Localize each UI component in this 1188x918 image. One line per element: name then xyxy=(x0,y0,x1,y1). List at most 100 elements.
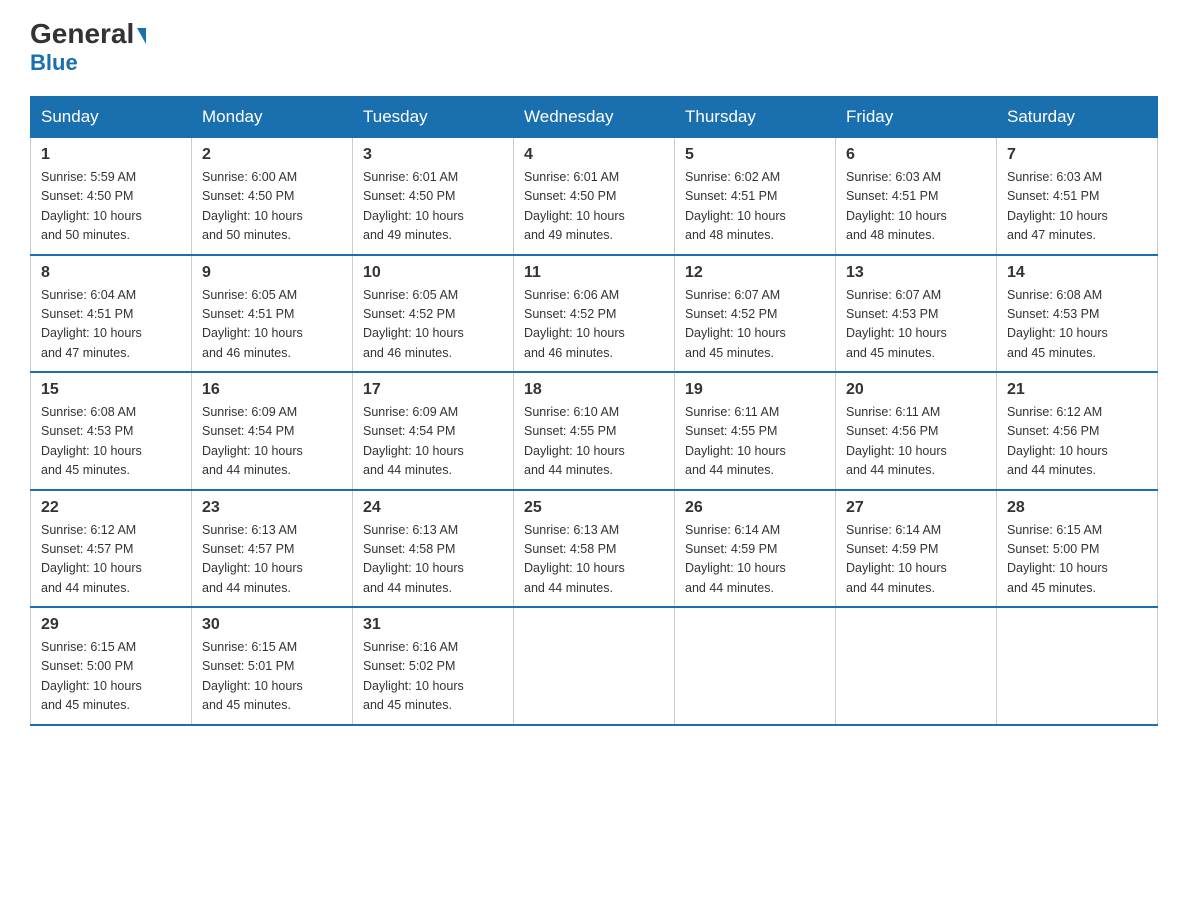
calendar-cell: 3 Sunrise: 6:01 AM Sunset: 4:50 PM Dayli… xyxy=(353,138,514,255)
calendar-cell: 25 Sunrise: 6:13 AM Sunset: 4:58 PM Dayl… xyxy=(514,490,675,608)
day-info: Sunrise: 6:14 AM Sunset: 4:59 PM Dayligh… xyxy=(685,521,825,599)
weekday-header-monday: Monday xyxy=(192,97,353,138)
day-number: 23 xyxy=(202,499,342,517)
day-number: 2 xyxy=(202,146,342,164)
day-info: Sunrise: 6:03 AM Sunset: 4:51 PM Dayligh… xyxy=(1007,168,1147,246)
logo-text: General xyxy=(30,20,146,48)
day-number: 20 xyxy=(846,381,986,399)
calendar-cell: 31 Sunrise: 6:16 AM Sunset: 5:02 PM Dayl… xyxy=(353,607,514,725)
day-info: Sunrise: 6:01 AM Sunset: 4:50 PM Dayligh… xyxy=(524,168,664,246)
day-number: 17 xyxy=(363,381,503,399)
page-header: General Blue xyxy=(30,20,1158,76)
calendar-cell xyxy=(997,607,1158,725)
calendar-cell: 8 Sunrise: 6:04 AM Sunset: 4:51 PM Dayli… xyxy=(31,255,192,373)
day-number: 7 xyxy=(1007,146,1147,164)
calendar-week-row: 1 Sunrise: 5:59 AM Sunset: 4:50 PM Dayli… xyxy=(31,138,1158,255)
day-info: Sunrise: 6:11 AM Sunset: 4:56 PM Dayligh… xyxy=(846,403,986,481)
day-number: 1 xyxy=(41,146,181,164)
calendar-cell: 20 Sunrise: 6:11 AM Sunset: 4:56 PM Dayl… xyxy=(836,372,997,490)
weekday-header-wednesday: Wednesday xyxy=(514,97,675,138)
day-number: 13 xyxy=(846,264,986,282)
day-number: 30 xyxy=(202,616,342,634)
day-info: Sunrise: 6:12 AM Sunset: 4:56 PM Dayligh… xyxy=(1007,403,1147,481)
calendar-week-row: 29 Sunrise: 6:15 AM Sunset: 5:00 PM Dayl… xyxy=(31,607,1158,725)
day-info: Sunrise: 6:07 AM Sunset: 4:53 PM Dayligh… xyxy=(846,286,986,364)
calendar-cell: 13 Sunrise: 6:07 AM Sunset: 4:53 PM Dayl… xyxy=(836,255,997,373)
day-info: Sunrise: 6:11 AM Sunset: 4:55 PM Dayligh… xyxy=(685,403,825,481)
calendar-cell: 29 Sunrise: 6:15 AM Sunset: 5:00 PM Dayl… xyxy=(31,607,192,725)
day-info: Sunrise: 6:10 AM Sunset: 4:55 PM Dayligh… xyxy=(524,403,664,481)
day-info: Sunrise: 6:00 AM Sunset: 4:50 PM Dayligh… xyxy=(202,168,342,246)
day-number: 6 xyxy=(846,146,986,164)
day-number: 22 xyxy=(41,499,181,517)
calendar-cell: 17 Sunrise: 6:09 AM Sunset: 4:54 PM Dayl… xyxy=(353,372,514,490)
calendar-cell: 2 Sunrise: 6:00 AM Sunset: 4:50 PM Dayli… xyxy=(192,138,353,255)
day-number: 11 xyxy=(524,264,664,282)
calendar-cell: 1 Sunrise: 5:59 AM Sunset: 4:50 PM Dayli… xyxy=(31,138,192,255)
calendar-cell: 11 Sunrise: 6:06 AM Sunset: 4:52 PM Dayl… xyxy=(514,255,675,373)
weekday-header-friday: Friday xyxy=(836,97,997,138)
day-number: 10 xyxy=(363,264,503,282)
calendar-cell: 9 Sunrise: 6:05 AM Sunset: 4:51 PM Dayli… xyxy=(192,255,353,373)
day-info: Sunrise: 6:03 AM Sunset: 4:51 PM Dayligh… xyxy=(846,168,986,246)
calendar-week-row: 8 Sunrise: 6:04 AM Sunset: 4:51 PM Dayli… xyxy=(31,255,1158,373)
day-number: 21 xyxy=(1007,381,1147,399)
logo: General Blue xyxy=(30,20,146,76)
day-number: 5 xyxy=(685,146,825,164)
day-info: Sunrise: 6:05 AM Sunset: 4:51 PM Dayligh… xyxy=(202,286,342,364)
day-number: 12 xyxy=(685,264,825,282)
calendar-cell: 6 Sunrise: 6:03 AM Sunset: 4:51 PM Dayli… xyxy=(836,138,997,255)
day-info: Sunrise: 6:02 AM Sunset: 4:51 PM Dayligh… xyxy=(685,168,825,246)
day-number: 14 xyxy=(1007,264,1147,282)
calendar-cell: 30 Sunrise: 6:15 AM Sunset: 5:01 PM Dayl… xyxy=(192,607,353,725)
day-info: Sunrise: 6:15 AM Sunset: 5:00 PM Dayligh… xyxy=(41,638,181,716)
weekday-header-row: SundayMondayTuesdayWednesdayThursdayFrid… xyxy=(31,97,1158,138)
day-number: 19 xyxy=(685,381,825,399)
calendar-cell: 12 Sunrise: 6:07 AM Sunset: 4:52 PM Dayl… xyxy=(675,255,836,373)
calendar-cell: 15 Sunrise: 6:08 AM Sunset: 4:53 PM Dayl… xyxy=(31,372,192,490)
day-info: Sunrise: 6:01 AM Sunset: 4:50 PM Dayligh… xyxy=(363,168,503,246)
day-info: Sunrise: 6:12 AM Sunset: 4:57 PM Dayligh… xyxy=(41,521,181,599)
day-info: Sunrise: 6:09 AM Sunset: 4:54 PM Dayligh… xyxy=(202,403,342,481)
day-number: 24 xyxy=(363,499,503,517)
calendar-cell xyxy=(514,607,675,725)
calendar-cell: 26 Sunrise: 6:14 AM Sunset: 4:59 PM Dayl… xyxy=(675,490,836,608)
day-number: 8 xyxy=(41,264,181,282)
day-number: 15 xyxy=(41,381,181,399)
day-info: Sunrise: 6:09 AM Sunset: 4:54 PM Dayligh… xyxy=(363,403,503,481)
day-number: 25 xyxy=(524,499,664,517)
calendar-cell: 22 Sunrise: 6:12 AM Sunset: 4:57 PM Dayl… xyxy=(31,490,192,608)
calendar-week-row: 15 Sunrise: 6:08 AM Sunset: 4:53 PM Dayl… xyxy=(31,372,1158,490)
day-number: 26 xyxy=(685,499,825,517)
day-number: 27 xyxy=(846,499,986,517)
day-number: 4 xyxy=(524,146,664,164)
calendar-cell xyxy=(675,607,836,725)
calendar-cell: 16 Sunrise: 6:09 AM Sunset: 4:54 PM Dayl… xyxy=(192,372,353,490)
calendar-cell: 14 Sunrise: 6:08 AM Sunset: 4:53 PM Dayl… xyxy=(997,255,1158,373)
day-info: Sunrise: 6:08 AM Sunset: 4:53 PM Dayligh… xyxy=(41,403,181,481)
logo-blue: Blue xyxy=(30,50,78,76)
day-info: Sunrise: 6:13 AM Sunset: 4:57 PM Dayligh… xyxy=(202,521,342,599)
day-info: Sunrise: 6:14 AM Sunset: 4:59 PM Dayligh… xyxy=(846,521,986,599)
calendar-week-row: 22 Sunrise: 6:12 AM Sunset: 4:57 PM Dayl… xyxy=(31,490,1158,608)
calendar-cell: 4 Sunrise: 6:01 AM Sunset: 4:50 PM Dayli… xyxy=(514,138,675,255)
weekday-header-thursday: Thursday xyxy=(675,97,836,138)
day-info: Sunrise: 6:06 AM Sunset: 4:52 PM Dayligh… xyxy=(524,286,664,364)
day-info: Sunrise: 6:04 AM Sunset: 4:51 PM Dayligh… xyxy=(41,286,181,364)
day-number: 29 xyxy=(41,616,181,634)
day-number: 3 xyxy=(363,146,503,164)
day-info: Sunrise: 6:15 AM Sunset: 5:01 PM Dayligh… xyxy=(202,638,342,716)
weekday-header-saturday: Saturday xyxy=(997,97,1158,138)
day-info: Sunrise: 6:15 AM Sunset: 5:00 PM Dayligh… xyxy=(1007,521,1147,599)
day-number: 31 xyxy=(363,616,503,634)
day-number: 16 xyxy=(202,381,342,399)
calendar-cell: 24 Sunrise: 6:13 AM Sunset: 4:58 PM Dayl… xyxy=(353,490,514,608)
calendar-cell: 28 Sunrise: 6:15 AM Sunset: 5:00 PM Dayl… xyxy=(997,490,1158,608)
day-info: Sunrise: 6:16 AM Sunset: 5:02 PM Dayligh… xyxy=(363,638,503,716)
weekday-header-sunday: Sunday xyxy=(31,97,192,138)
calendar-cell: 23 Sunrise: 6:13 AM Sunset: 4:57 PM Dayl… xyxy=(192,490,353,608)
calendar-cell: 18 Sunrise: 6:10 AM Sunset: 4:55 PM Dayl… xyxy=(514,372,675,490)
calendar-cell: 10 Sunrise: 6:05 AM Sunset: 4:52 PM Dayl… xyxy=(353,255,514,373)
calendar-cell xyxy=(836,607,997,725)
day-number: 18 xyxy=(524,381,664,399)
